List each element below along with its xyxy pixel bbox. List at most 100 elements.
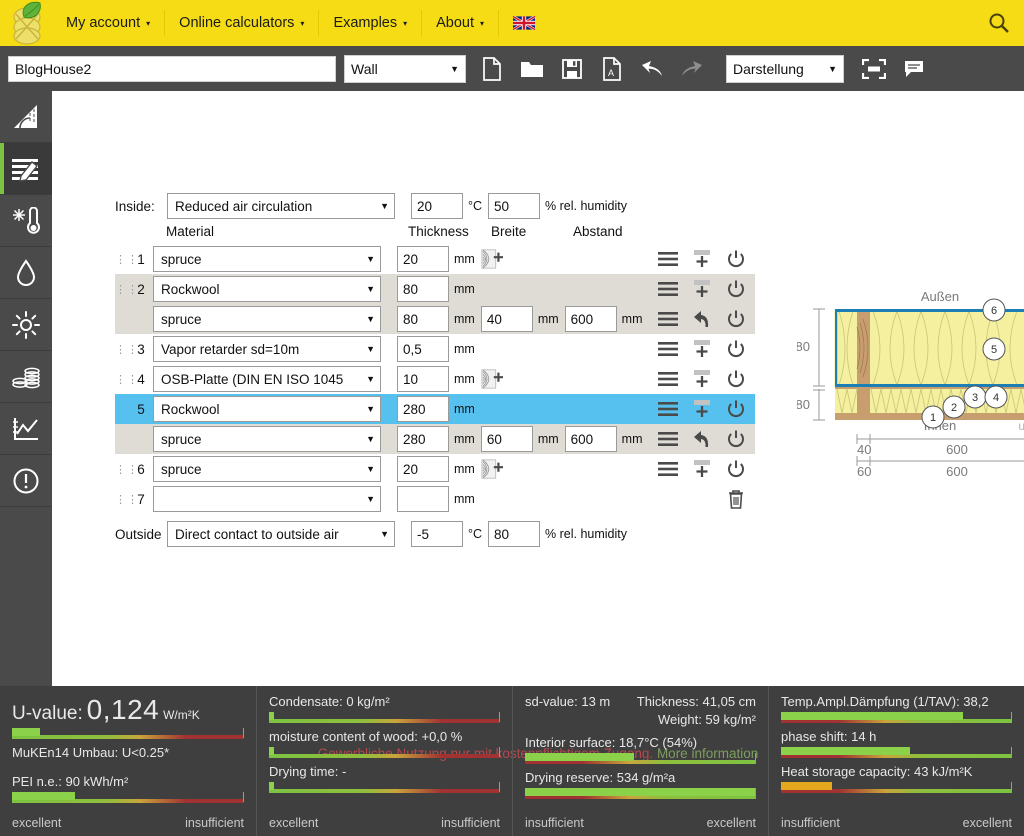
sidebar-item-geometry[interactable]	[0, 91, 52, 143]
menu-icon[interactable]	[657, 428, 679, 450]
undo-stud-icon[interactable]	[691, 308, 713, 330]
view-mode-select[interactable]: Darstellung ▼	[726, 54, 844, 83]
layer-row[interactable]: ⋮⋮ 7 ▼ mm	[115, 484, 755, 514]
stud-thickness-input-5[interactable]: 280	[397, 426, 449, 452]
sidebar-item-diagrams[interactable]	[0, 403, 52, 455]
drag-handle-icon[interactable]: ⋮⋮	[115, 284, 138, 295]
menu-icon[interactable]	[657, 338, 679, 360]
thickness-input-2[interactable]: 80	[397, 276, 449, 302]
fullscreen-button[interactable]	[854, 49, 894, 89]
layer-row[interactable]: ⋮⋮ 1 spruce ▼ 20 mm	[115, 244, 755, 274]
sidebar-item-layers[interactable]	[0, 143, 52, 195]
material-select-6[interactable]: spruce ▼	[153, 456, 381, 482]
nav-item-examples[interactable]: Examples ▾	[319, 10, 423, 36]
undo-stud-icon[interactable]	[691, 428, 713, 450]
nav-item-about[interactable]: About ▾	[422, 10, 500, 36]
stud-breite-input-5[interactable]: 60	[480, 426, 533, 452]
power-toggle-icon[interactable]	[725, 458, 747, 480]
add-layer-icon[interactable]	[691, 368, 713, 390]
wood-grain-add-icon[interactable]	[481, 458, 503, 480]
layer-row[interactable]: ⋮⋮5Rockwool▼280mmspruce▼280mm60mm600mm	[115, 394, 755, 454]
trash-icon[interactable]	[725, 488, 747, 510]
inside-condition-select[interactable]: Reduced air circulation ▼	[167, 193, 395, 219]
menu-icon[interactable]	[657, 458, 679, 480]
thickness-input-7[interactable]	[397, 486, 449, 512]
new-document-button[interactable]	[472, 49, 512, 89]
drag-handle-icon[interactable]: ⋮⋮	[115, 344, 138, 355]
material-select-1[interactable]: spruce ▼	[153, 246, 381, 272]
power-toggle-icon[interactable]	[725, 428, 747, 450]
nav-item-online-calculators[interactable]: Online calculators ▾	[165, 10, 320, 36]
stud-sub-row[interactable]: spruce ▼ 80 mm 40 mm 600 mm	[115, 304, 755, 334]
stud-material-select-5[interactable]: spruce ▼	[153, 426, 381, 452]
inside-temperature-input[interactable]: 20	[411, 193, 463, 219]
material-select-5[interactable]: Rockwool ▼	[153, 396, 381, 422]
power-toggle-icon[interactable]	[725, 308, 747, 330]
material-select-7[interactable]: ▼	[153, 486, 381, 512]
stud-sub-row[interactable]: spruce ▼ 280 mm 60 mm 600 mm	[115, 424, 755, 454]
power-toggle-icon[interactable]	[725, 368, 747, 390]
menu-icon[interactable]	[657, 368, 679, 390]
inside-humidity-input[interactable]: 50	[488, 193, 541, 219]
nav-item-my-account[interactable]: My account ▾	[52, 10, 166, 36]
thickness-input-1[interactable]: 20	[397, 246, 449, 272]
sidebar-item-costs[interactable]	[0, 351, 52, 403]
wood-grain-add-icon[interactable]	[481, 368, 503, 390]
element-type-select[interactable]: Wall ▼	[344, 54, 466, 83]
add-layer-icon[interactable]	[691, 278, 713, 300]
power-toggle-icon[interactable]	[725, 398, 747, 420]
add-layer-icon[interactable]	[691, 398, 713, 420]
power-toggle-icon[interactable]	[725, 278, 747, 300]
layer-row[interactable]: ⋮⋮ 6 spruce ▼ 20 mm	[115, 454, 755, 484]
power-toggle-icon[interactable]	[725, 248, 747, 270]
site-logo[interactable]	[0, 0, 52, 46]
outside-temperature-input[interactable]: -5	[411, 521, 463, 547]
material-select-4[interactable]: OSB-Platte (DIN EN ISO 1045 ▼	[153, 366, 381, 392]
thickness-input-4[interactable]: 10	[397, 366, 449, 392]
layer-row[interactable]: ⋮⋮ 2 Rockwool ▼ 80 mm spruce ▼ 80 mm 40 mm 600 mm	[115, 274, 755, 334]
power-toggle-icon[interactable]	[725, 338, 747, 360]
pdf-export-button[interactable]: A	[592, 49, 632, 89]
save-button[interactable]	[552, 49, 592, 89]
add-stud-button[interactable]	[481, 458, 513, 480]
menu-icon[interactable]	[657, 278, 679, 300]
project-name-input[interactable]	[8, 55, 336, 82]
material-select-3[interactable]: Vapor retarder sd=10m ▼	[153, 336, 381, 362]
sidebar-item-temperature[interactable]	[0, 195, 52, 247]
outside-condition-select[interactable]: Direct contact to outside air ▼	[167, 521, 395, 547]
sidebar-item-warnings[interactable]	[0, 455, 52, 507]
redo-button[interactable]	[672, 49, 712, 89]
drag-handle-icon[interactable]: ⋮⋮	[115, 494, 138, 505]
thickness-input-5[interactable]: 280	[397, 396, 449, 422]
stud-abstand-input-2[interactable]: 600	[564, 306, 617, 332]
drag-handle-icon[interactable]: ⋮⋮	[115, 374, 138, 385]
thickness-input-3[interactable]: 0,5	[397, 336, 449, 362]
add-layer-icon[interactable]	[691, 458, 713, 480]
add-layer-icon[interactable]	[691, 338, 713, 360]
drag-handle-icon[interactable]: ⋮⋮	[115, 464, 138, 475]
add-stud-button[interactable]	[481, 368, 513, 390]
menu-icon[interactable]	[657, 398, 679, 420]
stud-material-select-2[interactable]: spruce ▼	[153, 306, 381, 332]
material-select-2[interactable]: Rockwool ▼	[153, 276, 381, 302]
thickness-input-6[interactable]: 20	[397, 456, 449, 482]
language-selector[interactable]	[499, 10, 549, 36]
sidebar-item-moisture[interactable]	[0, 247, 52, 299]
layer-row[interactable]: ⋮⋮ 4 OSB-Platte (DIN EN ISO 1045 ▼ 10 mm	[115, 364, 755, 394]
add-stud-button[interactable]	[481, 248, 513, 270]
stud-abstand-input-5[interactable]: 600	[564, 426, 617, 452]
wood-grain-add-icon[interactable]	[481, 248, 503, 270]
search-button[interactable]	[988, 12, 1010, 37]
add-layer-icon[interactable]	[691, 248, 713, 270]
open-folder-button[interactable]	[512, 49, 552, 89]
menu-icon[interactable]	[657, 308, 679, 330]
drag-handle-icon[interactable]: ⋮⋮	[115, 254, 138, 265]
stud-breite-input-2[interactable]: 40	[480, 306, 533, 332]
sidebar-item-summer-heat[interactable]	[0, 299, 52, 351]
undo-button[interactable]	[632, 49, 672, 89]
outside-humidity-input[interactable]: 80	[488, 521, 541, 547]
menu-icon[interactable]	[657, 248, 679, 270]
layer-row[interactable]: ⋮⋮ 3 Vapor retarder sd=10m ▼ 0,5 mm	[115, 334, 755, 364]
stud-thickness-input-2[interactable]: 80	[397, 306, 449, 332]
comment-button[interactable]	[894, 49, 934, 89]
